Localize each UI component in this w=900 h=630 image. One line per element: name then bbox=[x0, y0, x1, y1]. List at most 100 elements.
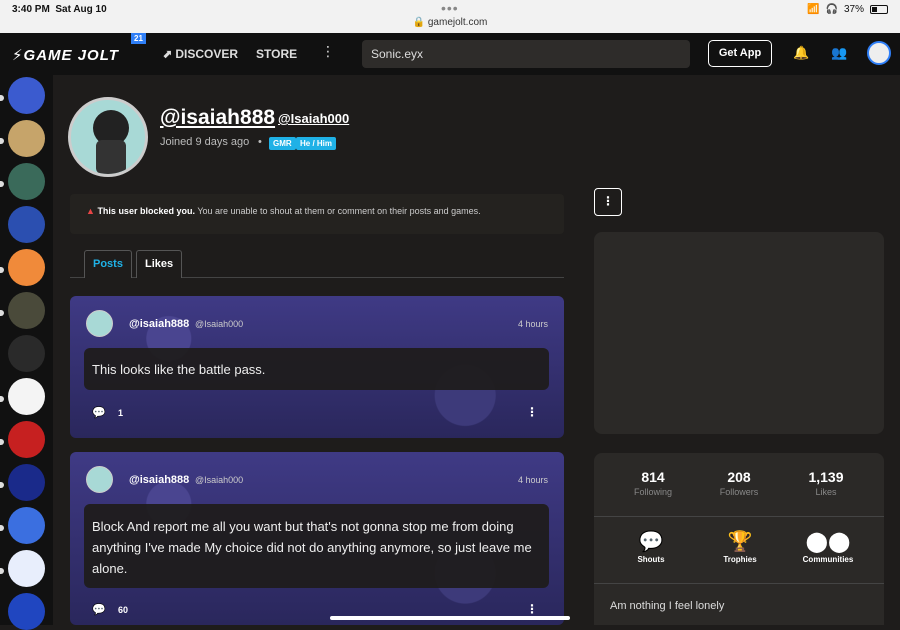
post-time[interactable]: 4 hours bbox=[518, 319, 548, 329]
home-indicator[interactable] bbox=[330, 616, 570, 620]
unread-dot bbox=[0, 310, 4, 316]
stat-following-label: Following bbox=[633, 487, 673, 497]
unread-dot bbox=[0, 138, 4, 144]
wifi-icon: 📶 bbox=[807, 4, 820, 15]
profile-more-button[interactable]: ⋮ bbox=[594, 188, 622, 216]
unread-dot bbox=[0, 482, 4, 488]
headphones-icon: 🎧 bbox=[825, 4, 838, 15]
profile-username[interactable]: @isaiah888 bbox=[160, 106, 275, 130]
post-time[interactable]: 4 hours bbox=[518, 475, 548, 485]
nav-discover-link[interactable]: ⬈ DISCOVER bbox=[162, 47, 238, 61]
community-avatar[interactable] bbox=[8, 206, 45, 243]
device-status-bar: 3:40 PM Sat Aug 10 ••• 🔒 gamejolt.com 📶 … bbox=[0, 0, 900, 33]
community-avatar[interactable] bbox=[8, 378, 45, 415]
bell-icon[interactable]: 🔔 bbox=[793, 45, 809, 61]
tab-likes[interactable]: Likes bbox=[136, 250, 183, 278]
stat-followers-label: Followers bbox=[719, 487, 759, 497]
joined-date: Joined 9 days ago bbox=[160, 136, 250, 148]
community-avatar[interactable] bbox=[8, 77, 45, 114]
community-sidebar bbox=[0, 75, 53, 630]
post-card[interactable]: @isaiah888 @Isaiah000 4 hours Block And … bbox=[70, 452, 564, 625]
unread-dot bbox=[0, 568, 4, 574]
tab-posts[interactable]: Posts bbox=[84, 250, 132, 278]
post-more-icon[interactable]: ⋮ bbox=[526, 405, 538, 419]
post-author-handle[interactable]: @Isaiah000 bbox=[195, 319, 243, 329]
multitask-dots-icon[interactable]: ••• bbox=[441, 0, 459, 16]
unread-dot bbox=[0, 267, 4, 273]
separator-dot: • bbox=[258, 136, 262, 148]
get-app-button[interactable]: Get App bbox=[708, 40, 772, 67]
profile-avatar[interactable] bbox=[68, 97, 148, 177]
unread-dot bbox=[0, 396, 4, 402]
profile-handle[interactable]: @Isaiah000 bbox=[278, 111, 349, 126]
address-bar[interactable]: 🔒 gamejolt.com bbox=[0, 17, 900, 28]
avatar-body bbox=[96, 140, 126, 174]
unread-dot bbox=[0, 95, 4, 101]
gamejolt-logo[interactable]: ⚡GAME JOLT bbox=[12, 46, 119, 64]
tag-badge[interactable]: GMR bbox=[269, 137, 296, 150]
post-more-icon[interactable]: ⋮ bbox=[526, 602, 538, 616]
unread-dot bbox=[0, 181, 4, 187]
stat-following[interactable]: 814 Following bbox=[613, 469, 693, 497]
community-avatar[interactable] bbox=[8, 292, 45, 329]
unread-dot bbox=[0, 525, 4, 531]
post-author-handle[interactable]: @Isaiah000 bbox=[195, 475, 243, 485]
post-author-name[interactable]: @isaiah888 bbox=[129, 474, 189, 486]
blocked-title: This user blocked you. bbox=[97, 206, 195, 216]
status-time: 3:40 PM Sat Aug 10 bbox=[12, 4, 107, 15]
post-author-name[interactable]: @isaiah888 bbox=[129, 318, 189, 330]
nav-store-link[interactable]: STORE bbox=[256, 47, 297, 61]
community-avatar[interactable] bbox=[8, 163, 45, 200]
stats-panel: 814 Following 208 Followers 1,139 Likes … bbox=[594, 453, 884, 625]
top-navigation: ⚡GAME JOLT 21 ⬈ DISCOVER STORE ⋮ Sonic.e… bbox=[0, 33, 900, 75]
trophy-icon: 🏆 bbox=[727, 531, 753, 553]
comment-icon[interactable]: 💬 bbox=[92, 603, 106, 616]
ad-placeholder bbox=[594, 232, 884, 434]
community-avatar[interactable] bbox=[8, 507, 45, 544]
comment-count: 60 bbox=[118, 605, 129, 615]
stat-likes-count: 1,139 bbox=[808, 469, 844, 485]
url-text: gamejolt.com bbox=[427, 17, 488, 28]
warning-icon: ▲ bbox=[86, 206, 95, 216]
nav-more-icon[interactable]: ⋮ bbox=[321, 43, 335, 60]
link-shouts[interactable]: 💬 Shouts bbox=[611, 529, 691, 564]
divider bbox=[594, 516, 884, 517]
stat-following-count: 814 bbox=[641, 469, 665, 485]
stat-likes-label: Likes bbox=[815, 487, 837, 497]
community-avatar[interactable] bbox=[8, 550, 45, 587]
discover-label: DISCOVER bbox=[175, 47, 239, 61]
friends-icon[interactable]: 👥 bbox=[831, 45, 847, 61]
link-trophies[interactable]: 🏆 Trophies bbox=[700, 529, 780, 564]
battery-percent: 37% bbox=[843, 4, 864, 15]
community-avatar[interactable] bbox=[8, 464, 45, 501]
speech-bubble-icon: 💬 bbox=[638, 531, 664, 553]
link-trophies-label: Trophies bbox=[723, 555, 757, 564]
comment-icon[interactable]: 💬 bbox=[92, 406, 106, 419]
link-shouts-label: Shouts bbox=[637, 555, 665, 564]
user-avatar[interactable] bbox=[867, 41, 891, 65]
stat-followers[interactable]: 208 Followers bbox=[699, 469, 779, 497]
post-author-avatar[interactable] bbox=[86, 466, 113, 493]
battery-icon bbox=[870, 5, 888, 14]
post-body: This looks like the battle pass. bbox=[84, 348, 549, 390]
notification-count-badge: 21 bbox=[131, 33, 146, 44]
community-avatar[interactable] bbox=[8, 593, 45, 630]
stat-likes[interactable]: 1,139 Likes bbox=[786, 469, 866, 497]
link-communities[interactable]: ⬤⬤ Communities bbox=[788, 529, 868, 564]
pronoun-badge[interactable]: He / Him bbox=[296, 137, 337, 150]
unread-dot bbox=[0, 439, 4, 445]
post-body: Block And report me all you want but tha… bbox=[84, 504, 549, 588]
community-avatar[interactable] bbox=[8, 421, 45, 458]
stat-followers-count: 208 bbox=[727, 469, 751, 485]
community-avatar[interactable] bbox=[8, 249, 45, 286]
post-card[interactable]: @isaiah888 @Isaiah000 4 hours This looks… bbox=[70, 296, 564, 438]
communities-icon: ⬤⬤ bbox=[805, 531, 851, 553]
blocked-notice: ▲ This user blocked you. You are unable … bbox=[70, 194, 564, 234]
comment-count: 1 bbox=[118, 408, 124, 418]
logo-text: GAME JOLT bbox=[23, 47, 119, 64]
search-input[interactable]: Sonic.eyx bbox=[362, 40, 690, 68]
post-author-avatar[interactable] bbox=[86, 310, 113, 337]
community-avatar[interactable] bbox=[8, 120, 45, 157]
community-avatar[interactable] bbox=[8, 335, 45, 372]
divider bbox=[594, 583, 884, 584]
